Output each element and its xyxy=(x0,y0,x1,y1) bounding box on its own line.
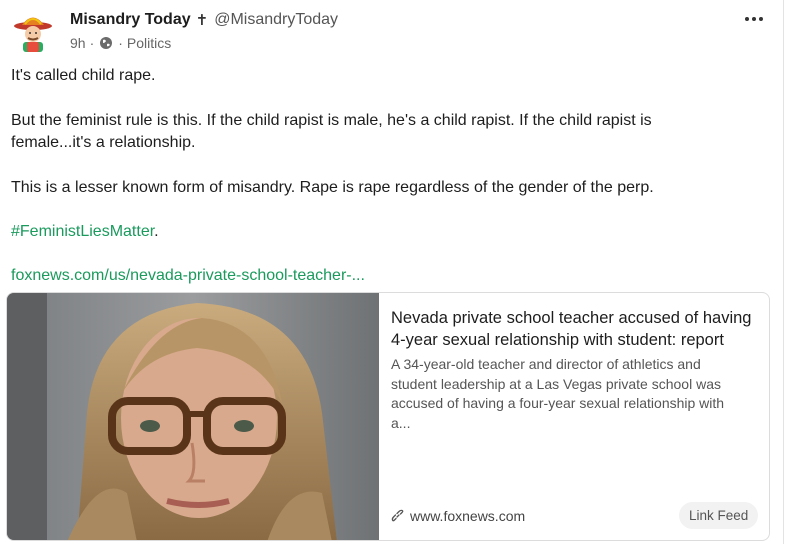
card-description: A 34-year-old teacher and director of at… xyxy=(391,355,751,433)
post-time[interactable]: 9h xyxy=(70,35,86,51)
post-paragraph: This is a lesser known form of misandry.… xyxy=(11,179,654,196)
separator: · xyxy=(89,35,95,51)
separator: · xyxy=(118,35,123,51)
hashtag-link[interactable]: #FeministLiesMatter xyxy=(11,223,154,240)
more-dot xyxy=(759,17,763,21)
cross-icon: ✝ xyxy=(195,12,209,29)
post-category[interactable]: Politics xyxy=(127,35,171,51)
post-meta: 9h · · Politics xyxy=(70,34,171,52)
card-desc-line: student leadership at a Las Vegas privat… xyxy=(391,375,721,392)
card-desc-line: a... xyxy=(391,414,411,431)
card-desc-line: A 34-year-old teacher and director of at… xyxy=(391,356,701,372)
card-domain-text: www.foxnews.com xyxy=(410,508,526,524)
card-title-line: Nevada private school teacher accused of… xyxy=(391,309,752,327)
post-link-line: foxnews.com/us/nevada-private-school-tea… xyxy=(11,265,751,287)
link-preview-card[interactable]: Nevada private school teacher accused of… xyxy=(6,292,770,541)
avatar[interactable] xyxy=(13,12,53,54)
card-domain[interactable]: www.foxnews.com xyxy=(391,507,525,525)
more-dot xyxy=(752,17,756,21)
card-title-line: 4-year sexual relationship with student:… xyxy=(391,331,724,349)
card-desc-line: accused of having a four-year sexual rel… xyxy=(391,395,725,411)
globe-icon xyxy=(99,36,113,50)
post: Misandry Today ✝ @MisandryToday 9h · · P… xyxy=(0,0,784,544)
link-feed-badge[interactable]: Link Feed xyxy=(679,502,759,529)
author-handle[interactable]: @MisandryToday xyxy=(214,11,338,29)
article-thumbnail[interactable] xyxy=(7,293,379,540)
post-paragraph: female...it's a relationship. xyxy=(11,134,196,151)
post-header: Misandry Today ✝ @MisandryToday xyxy=(70,9,338,31)
post-hashtag-line: #FeministLiesMatter. xyxy=(11,221,751,243)
hashtag-suffix: . xyxy=(154,223,159,240)
article-link[interactable]: foxnews.com/us/nevada-private-school-tea… xyxy=(11,267,365,284)
author-name[interactable]: Misandry Today xyxy=(70,11,191,29)
link-icon xyxy=(391,509,404,522)
more-horizontal-icon xyxy=(745,17,749,21)
card-title[interactable]: Nevada private school teacher accused of… xyxy=(391,307,761,351)
more-options-button[interactable] xyxy=(740,8,768,30)
post-paragraph: It's called child rape. xyxy=(11,67,156,84)
post-paragraph: But the feminist rule is this. If the ch… xyxy=(11,112,652,129)
